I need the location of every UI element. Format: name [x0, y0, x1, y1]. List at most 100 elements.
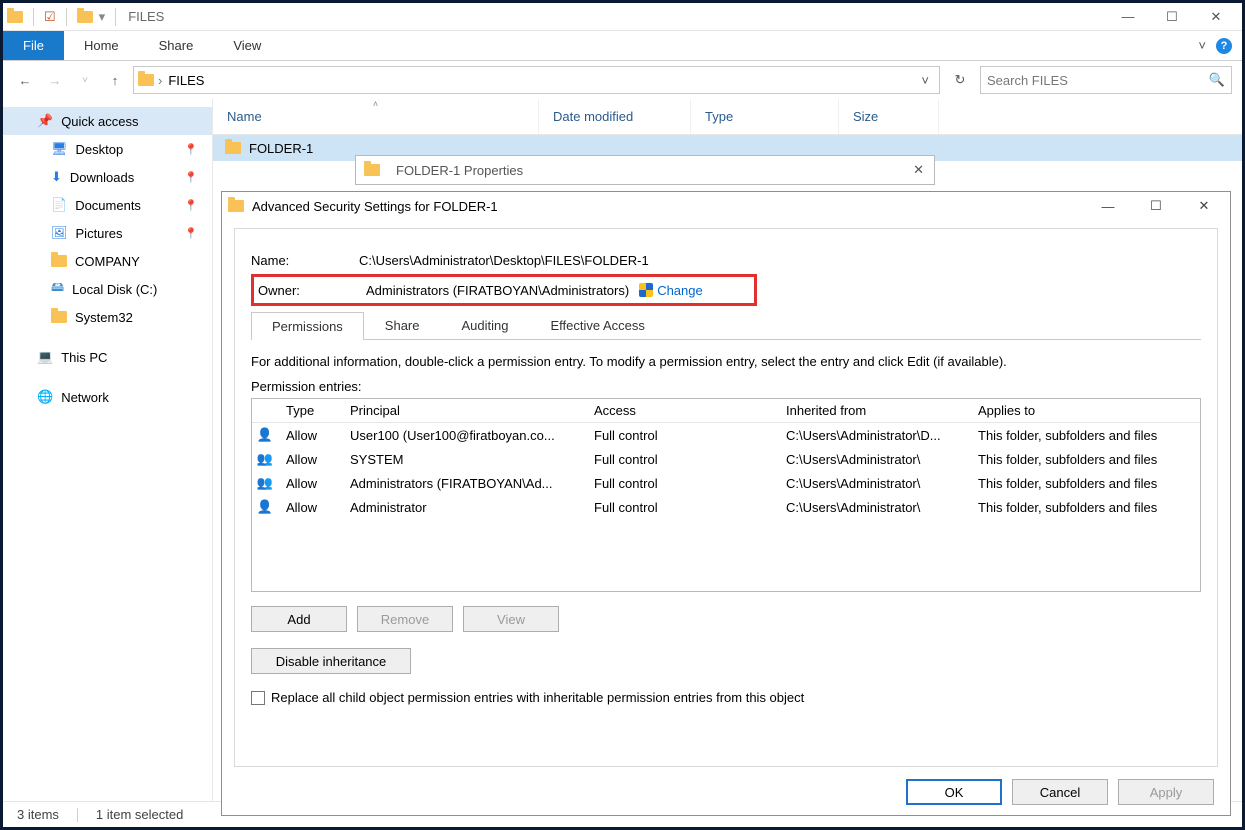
ribbon-collapse[interactable]: ˅: [1198, 38, 1206, 53]
cell-principal: Administrator: [342, 500, 586, 515]
cancel-button[interactable]: Cancel: [1012, 779, 1108, 805]
tab-permissions[interactable]: Permissions: [251, 312, 364, 340]
change-owner-link[interactable]: Change: [657, 283, 703, 298]
col-inherited[interactable]: Inherited from: [778, 403, 970, 418]
window-title: FILES: [128, 9, 164, 24]
user-icon: 👤: [252, 499, 278, 515]
sidebar-label: Quick access: [61, 114, 138, 129]
status-count: 3 items: [17, 807, 59, 822]
properties-title: FOLDER-1 Properties: [380, 163, 903, 178]
app-icon: [7, 11, 23, 23]
breadcrumb-files[interactable]: FILES: [162, 73, 210, 88]
permission-entries-label: Permission entries:: [251, 379, 1201, 394]
sidebar-item-company[interactable]: COMPANY: [3, 247, 212, 275]
dialog-maximize[interactable]: ☐: [1136, 198, 1176, 214]
quick-access-icon: 📌: [37, 113, 53, 129]
sidebar-label: COMPANY: [75, 254, 140, 269]
permission-row[interactable]: 👤 Allow User100 (User100@firatboyan.co..…: [252, 423, 1200, 447]
home-tab[interactable]: Home: [64, 31, 139, 60]
sidebar-item-quick-access[interactable]: 📌 Quick access: [3, 107, 212, 135]
properties-close-button[interactable]: ✕: [903, 162, 934, 178]
remove-button[interactable]: Remove: [357, 606, 453, 632]
col-name[interactable]: Name ˄: [213, 99, 539, 134]
cell-principal: Administrators (FIRATBOYAN\Ad...: [342, 476, 586, 491]
owner-highlight-box: Owner: Administrators (FIRATBOYAN\Admini…: [251, 274, 757, 306]
tab-auditing[interactable]: Auditing: [441, 311, 530, 339]
tab-effective-access[interactable]: Effective Access: [529, 311, 665, 339]
permission-row[interactable]: 👥 Allow SYSTEM Full control C:\Users\Adm…: [252, 447, 1200, 471]
folder-icon: [51, 255, 67, 267]
disable-inheritance-button[interactable]: Disable inheritance: [251, 648, 411, 674]
cell-type: Allow: [278, 500, 342, 515]
qat-dropdown[interactable]: ▾: [99, 9, 106, 25]
close-button[interactable]: ✕: [1194, 3, 1238, 31]
dialog-close[interactable]: ✕: [1184, 198, 1224, 214]
sidebar-label: Pictures: [76, 226, 123, 241]
sidebar-label: Network: [61, 390, 109, 405]
folder-icon: [364, 164, 380, 176]
user-icon: 👤: [252, 427, 278, 443]
sidebar-item-downloads[interactable]: ⬇ Downloads 📍: [3, 163, 212, 191]
sidebar-item-system32[interactable]: System32: [3, 303, 212, 331]
sidebar-item-desktop[interactable]: 🖥 Desktop 📍: [3, 135, 212, 163]
col-date[interactable]: Date modified: [539, 99, 691, 134]
view-button[interactable]: View: [463, 606, 559, 632]
permission-row[interactable]: 👤 Allow Administrator Full control C:\Us…: [252, 495, 1200, 519]
folder-icon: [228, 200, 244, 212]
col-size[interactable]: Size: [839, 99, 939, 134]
col-principal[interactable]: Principal: [342, 403, 586, 418]
cell-principal: User100 (User100@firatboyan.co...: [342, 428, 586, 443]
address-icon: [138, 74, 154, 86]
properties-dialog-tab: FOLDER-1 Properties ✕: [355, 155, 935, 185]
search-input[interactable]: Search FILES 🔍: [980, 66, 1232, 94]
sidebar-label: This PC: [61, 350, 107, 365]
col-name-label: Name: [227, 109, 262, 124]
file-tab[interactable]: File: [3, 31, 64, 60]
refresh-button[interactable]: ↻: [946, 66, 974, 94]
cell-access: Full control: [586, 452, 778, 467]
address-bar[interactable]: › FILES ˅: [133, 66, 940, 94]
add-button[interactable]: Add: [251, 606, 347, 632]
back-button[interactable]: ←: [13, 68, 37, 92]
qat-properties-icon[interactable]: ☑: [44, 9, 56, 25]
owner-label: Owner:: [258, 283, 366, 298]
up-button[interactable]: ↑: [103, 68, 127, 92]
col-type[interactable]: Type: [691, 99, 839, 134]
sidebar-item-this-pc[interactable]: 💻 This PC: [3, 343, 212, 371]
sidebar-item-network[interactable]: 🌐 Network: [3, 383, 212, 411]
sidebar-item-pictures[interactable]: 🖼 Pictures 📍: [3, 219, 212, 247]
search-placeholder: Search FILES: [987, 73, 1209, 88]
ribbon: File Home Share View ˅ ?: [3, 31, 1242, 61]
ok-button[interactable]: OK: [906, 779, 1002, 805]
cell-access: Full control: [586, 476, 778, 491]
permission-row[interactable]: 👥 Allow Administrators (FIRATBOYAN\Ad...…: [252, 471, 1200, 495]
apply-button[interactable]: Apply: [1118, 779, 1214, 805]
forward-button[interactable]: →: [43, 68, 67, 92]
maximize-button[interactable]: ☐: [1150, 3, 1194, 31]
security-tabs: Permissions Share Auditing Effective Acc…: [251, 311, 1201, 340]
col-applies[interactable]: Applies to: [970, 403, 1200, 418]
address-dropdown[interactable]: ˅: [915, 73, 935, 88]
replace-label: Replace all child object permission entr…: [271, 690, 804, 705]
help-icon[interactable]: ?: [1216, 38, 1232, 54]
dialog-minimize[interactable]: —: [1088, 199, 1128, 214]
search-icon[interactable]: 🔍: [1209, 72, 1225, 88]
network-icon: 🌐: [37, 389, 53, 405]
replace-checkbox[interactable]: [251, 691, 265, 705]
history-dropdown[interactable]: ˅: [73, 68, 97, 92]
sidebar-item-local-disk[interactable]: 🖴 Local Disk (C:): [3, 275, 212, 303]
sidebar-item-documents[interactable]: 📄 Documents 📍: [3, 191, 212, 219]
view-tab[interactable]: View: [213, 31, 281, 60]
cell-applies: This folder, subfolders and files: [970, 452, 1200, 467]
folder-icon: [51, 311, 67, 323]
info-text: For additional information, double-click…: [251, 354, 1201, 369]
share-tab[interactable]: Share: [139, 31, 214, 60]
col-type[interactable]: Type: [278, 403, 342, 418]
downloads-icon: ⬇: [51, 169, 62, 185]
tab-share[interactable]: Share: [364, 311, 441, 339]
cell-type: Allow: [278, 428, 342, 443]
col-access[interactable]: Access: [586, 403, 778, 418]
minimize-button[interactable]: —: [1106, 3, 1150, 31]
qat-newfolder-icon[interactable]: [77, 11, 93, 23]
permission-table: Type Principal Access Inherited from App…: [251, 398, 1201, 592]
